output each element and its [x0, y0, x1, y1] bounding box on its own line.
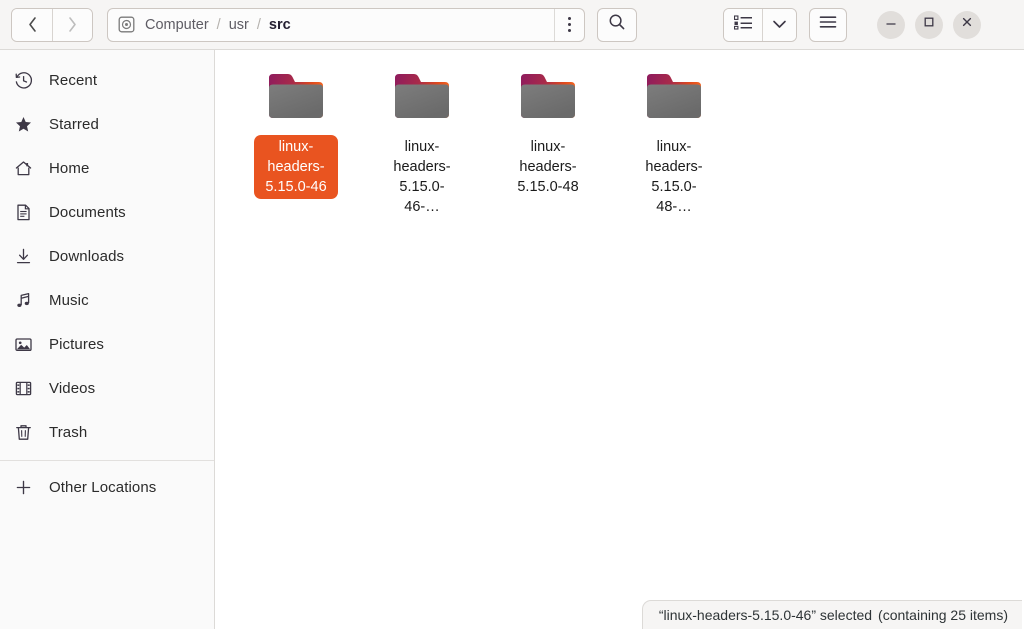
search-button[interactable] [597, 7, 637, 42]
sidebar-item-other-locations[interactable]: Other Locations [0, 465, 214, 509]
chevron-left-icon [26, 16, 39, 33]
maximize-button[interactable] [915, 10, 943, 39]
music-note-icon [14, 290, 38, 310]
clock-icon [14, 70, 38, 90]
sidebar-item-label: Home [49, 159, 90, 177]
sidebar: Recent Starred Home Documents Downloads … [0, 50, 215, 629]
window-controls [877, 10, 981, 39]
computer-disk-icon [118, 16, 135, 33]
navigation-button-group [11, 7, 93, 42]
breadcrumb: Computer / usr / src [144, 17, 554, 33]
folder-icon [640, 68, 708, 130]
minimize-icon [884, 15, 898, 34]
folder-icon [388, 68, 456, 130]
breadcrumb-item-usr[interactable]: usr [228, 17, 250, 33]
document-icon [14, 202, 38, 222]
window-body: Recent Starred Home Documents Downloads … [0, 50, 1024, 629]
sidebar-divider [0, 460, 214, 461]
sidebar-item-label: Downloads [49, 247, 125, 265]
file-item[interactable]: linux-headers-5.15.0-46 [233, 64, 359, 219]
breadcrumb-separator: / [216, 16, 221, 33]
home-icon [14, 158, 38, 178]
status-selection-text: “linux-headers-5.15.0-46” selected [658, 607, 873, 623]
sidebar-item-music[interactable]: Music [0, 278, 214, 322]
status-bar: “linux-headers-5.15.0-46” selected (cont… [641, 600, 1022, 629]
sidebar-item-label: Music [49, 291, 89, 309]
path-options-menu-button[interactable] [554, 8, 584, 41]
file-grid: linux-headers-5.15.0-46 linux-headers-5.… [215, 64, 1024, 219]
maximize-icon [922, 15, 936, 34]
folder-icon [514, 68, 582, 130]
sidebar-item-label: Documents [49, 203, 126, 221]
minimize-button[interactable] [877, 10, 905, 39]
sidebar-item-label: Starred [49, 115, 99, 133]
path-bar: Computer / usr / src [107, 7, 585, 42]
plus-icon [14, 477, 38, 497]
main-menu-button[interactable] [809, 7, 847, 42]
header-bar: Computer / usr / src [0, 0, 1024, 50]
star-icon [14, 114, 38, 134]
sidebar-item-trash[interactable]: Trash [0, 410, 214, 454]
sidebar-item-starred[interactable]: Starred [0, 102, 214, 146]
download-icon [14, 246, 38, 266]
close-button[interactable] [953, 10, 981, 39]
breadcrumb-item-src[interactable]: src [268, 17, 292, 33]
folder-icon [262, 68, 330, 130]
hamburger-menu-icon [819, 15, 837, 34]
back-button[interactable] [12, 8, 52, 41]
sidebar-item-label: Other Locations [49, 478, 157, 496]
breadcrumb-separator: / [256, 16, 261, 33]
list-view-button[interactable] [724, 8, 762, 41]
file-item[interactable]: linux-headers-5.15.0-48-… [611, 64, 737, 219]
file-item-label: linux-headers-5.15.0-46-… [393, 139, 451, 215]
picture-icon [14, 334, 38, 354]
sidebar-item-documents[interactable]: Documents [0, 190, 214, 234]
three-dots-vertical-icon [568, 16, 571, 34]
video-film-icon [14, 378, 38, 398]
file-item-label: linux-headers-5.15.0-46 [254, 135, 338, 199]
trash-icon [14, 422, 38, 442]
view-dropdown-button[interactable] [762, 8, 796, 41]
status-detail-text: (containing 25 items) [878, 607, 1008, 623]
chevron-down-icon [772, 16, 787, 34]
file-item[interactable]: linux-headers-5.15.0-46-… [359, 64, 485, 219]
close-icon [960, 15, 974, 34]
sidebar-item-label: Videos [49, 379, 96, 397]
breadcrumb-item-computer[interactable]: Computer [144, 17, 210, 33]
sidebar-item-pictures[interactable]: Pictures [0, 322, 214, 366]
sidebar-item-label: Recent [49, 71, 98, 89]
file-grid-area[interactable]: linux-headers-5.15.0-46 linux-headers-5.… [215, 50, 1024, 629]
file-item[interactable]: linux-headers-5.15.0-48 [485, 64, 611, 219]
sidebar-item-home[interactable]: Home [0, 146, 214, 190]
file-item-label: linux-headers-5.15.0-48-… [645, 139, 703, 215]
sidebar-item-label: Pictures [49, 335, 104, 353]
list-view-icon [733, 14, 753, 35]
sidebar-item-videos[interactable]: Videos [0, 366, 214, 410]
sidebar-item-label: Trash [49, 423, 88, 441]
chevron-right-icon [66, 16, 79, 33]
view-mode-button-group [723, 7, 797, 42]
file-manager-window: Computer / usr / src Recent Starred Home… [0, 0, 1024, 629]
search-icon [608, 13, 626, 36]
forward-button[interactable] [52, 8, 92, 41]
file-item-label: linux-headers-5.15.0-48 [517, 139, 579, 195]
sidebar-item-recent[interactable]: Recent [0, 58, 214, 102]
sidebar-item-downloads[interactable]: Downloads [0, 234, 214, 278]
